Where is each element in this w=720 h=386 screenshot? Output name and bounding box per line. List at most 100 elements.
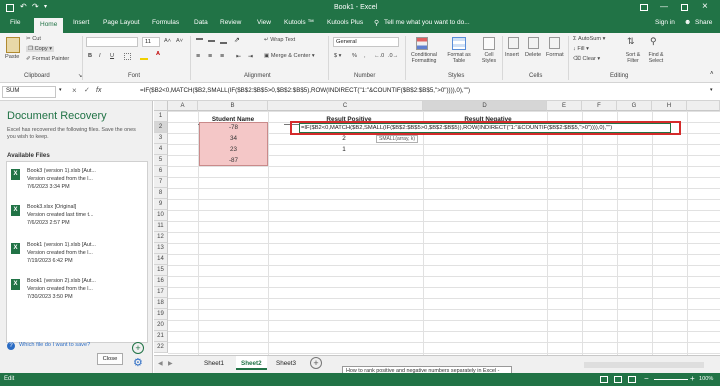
row-header[interactable]: 1: [154, 111, 168, 122]
cancel-formula-icon[interactable]: ×: [72, 86, 77, 95]
tab-home[interactable]: Home: [34, 18, 64, 33]
merge-center-button[interactable]: ▣ Merge & Center ▾: [264, 53, 315, 59]
tab-formulas[interactable]: Formulas: [152, 19, 179, 26]
insert-cells-button[interactable]: Insert: [505, 52, 519, 58]
sheet-tab-sheet2[interactable]: Sheet2: [236, 356, 267, 370]
increase-indent-icon[interactable]: ⇥: [248, 53, 253, 60]
decrease-indent-icon[interactable]: ⇤: [236, 53, 241, 60]
delete-cells-icon[interactable]: [528, 37, 539, 49]
prev-sheet-icon[interactable]: ◀: [158, 360, 163, 367]
qat-customize-icon[interactable]: ▾: [44, 3, 47, 10]
column-header[interactable]: G: [617, 101, 652, 111]
ribbon-display-icon[interactable]: [640, 4, 648, 11]
row-header[interactable]: 3: [154, 133, 168, 144]
format-as-table-icon[interactable]: [452, 37, 466, 50]
align-center-icon[interactable]: ≡: [208, 53, 212, 60]
cell-c4[interactable]: 1: [314, 144, 374, 155]
tab-view[interactable]: View: [257, 19, 271, 26]
close-icon[interactable]: ×: [702, 1, 708, 12]
row-header[interactable]: 20: [154, 320, 168, 331]
recovered-file-item[interactable]: X Book3.xlsx [Original] Version created …: [11, 204, 145, 238]
share-button[interactable]: Share: [695, 19, 712, 26]
row-header[interactable]: 10: [154, 210, 168, 221]
normal-view-icon[interactable]: [600, 376, 608, 383]
italic-button[interactable]: I: [99, 53, 101, 59]
collapse-ribbon-icon[interactable]: ˄: [710, 71, 714, 77]
column-header[interactable]: D: [423, 101, 547, 111]
zoom-slider[interactable]: [654, 379, 688, 380]
which-file-link[interactable]: Which file do I want to save?: [19, 342, 90, 348]
tell-me-box[interactable]: Tell me what you want to do...: [384, 19, 470, 26]
row-header[interactable]: 14: [154, 254, 168, 265]
font-name-box[interactable]: [86, 37, 138, 47]
recovered-file-item[interactable]: X Book1 (version 2).xlsb [Aut... Version…: [11, 278, 145, 312]
enter-formula-icon[interactable]: ✓: [84, 86, 90, 94]
cell-b2[interactable]: -78: [199, 122, 268, 133]
format-cells-icon[interactable]: [549, 37, 560, 49]
sheet-tab-sheet1[interactable]: Sheet1: [204, 360, 224, 367]
fill-button[interactable]: ↓ Fill ▾: [573, 46, 589, 52]
row-header[interactable]: 8: [154, 188, 168, 199]
insert-function-button[interactable]: fx: [96, 87, 101, 94]
recovery-close-button[interactable]: Close: [97, 353, 123, 365]
row-header[interactable]: 13: [154, 243, 168, 254]
cell-b5[interactable]: -87: [199, 155, 268, 166]
increase-font-icon[interactable]: A˄: [164, 38, 171, 44]
paste-icon[interactable]: [6, 37, 20, 53]
insert-cells-icon[interactable]: [508, 37, 519, 49]
zoom-in-icon[interactable]: +: [690, 374, 695, 383]
save-icon[interactable]: [6, 4, 14, 12]
accounting-icon[interactable]: $ ▾: [334, 53, 341, 59]
orientation-icon[interactable]: ⇗: [234, 36, 240, 44]
name-box[interactable]: SUM: [2, 86, 56, 98]
sign-in-link[interactable]: Sign in: [655, 19, 675, 26]
cell-styles-icon[interactable]: [483, 37, 495, 50]
row-header[interactable]: 12: [154, 232, 168, 243]
row-header[interactable]: 4: [154, 144, 168, 155]
format-cells-button[interactable]: Format: [546, 52, 564, 58]
column-header-empty[interactable]: [687, 101, 720, 111]
column-header[interactable]: H: [652, 101, 687, 111]
column-header[interactable]: C: [268, 101, 423, 111]
row-header[interactable]: 16: [154, 276, 168, 287]
undo-icon[interactable]: ↶: [20, 2, 27, 11]
align-right-icon[interactable]: ≡: [220, 53, 224, 60]
horizontal-scrollbar[interactable]: [584, 362, 704, 368]
new-sheet-icon[interactable]: +: [310, 357, 322, 369]
tab-insert[interactable]: Insert: [73, 19, 89, 26]
cell-b4[interactable]: 23: [199, 144, 268, 155]
worksheet-grid[interactable]: A B C D E F G H 1 2 3 4 5 6 7 8 9 10 11 12 13 14 15 16 1…: [154, 101, 720, 355]
tab-kutools-plus[interactable]: Kutools Plus: [327, 19, 363, 26]
select-all-corner[interactable]: [154, 101, 168, 111]
align-middle-icon[interactable]: [208, 40, 215, 42]
increase-decimal-icon[interactable]: ←.0: [374, 53, 384, 59]
tab-kutools[interactable]: Kutools ™: [284, 19, 314, 26]
comma-button[interactable]: ,: [364, 53, 366, 59]
font-color-icon[interactable]: A: [156, 51, 160, 57]
row-header[interactable]: 21: [154, 331, 168, 342]
row-header[interactable]: 22: [154, 342, 168, 353]
tab-data[interactable]: Data: [194, 19, 208, 26]
row-header[interactable]: 11: [154, 221, 168, 232]
tab-file[interactable]: File: [10, 19, 20, 26]
bold-button[interactable]: B: [88, 53, 92, 59]
find-select-icon[interactable]: ⚲: [650, 36, 657, 47]
number-format-box[interactable]: General: [333, 37, 399, 47]
row-header[interactable]: 6: [154, 166, 168, 177]
row-header[interactable]: 2: [154, 122, 168, 133]
row-header[interactable]: 5: [154, 155, 168, 166]
align-top-icon[interactable]: [196, 38, 203, 44]
sort-filter-icon[interactable]: ⇅: [627, 36, 635, 47]
percent-button[interactable]: %: [352, 53, 357, 59]
cell-styles-button[interactable]: Cell Styles: [478, 52, 500, 64]
expand-formula-icon[interactable]: ▾: [710, 87, 713, 93]
copy-button[interactable]: ❐ Copy ▾: [26, 46, 55, 52]
row-header[interactable]: 19: [154, 309, 168, 320]
conditional-formatting-button[interactable]: Conditional Formatting: [409, 52, 439, 64]
row-header[interactable]: 18: [154, 298, 168, 309]
formula-input[interactable]: =IF($B2<0,MATCH($B2,SMALL(IF($B$2:$B$5>0…: [140, 87, 470, 94]
format-painter-button[interactable]: ✐ Format Painter: [26, 56, 69, 62]
next-sheet-icon[interactable]: ▶: [168, 360, 173, 367]
redo-icon[interactable]: ↷: [32, 2, 39, 11]
autosum-button[interactable]: Σ AutoSum ▾: [573, 36, 605, 42]
